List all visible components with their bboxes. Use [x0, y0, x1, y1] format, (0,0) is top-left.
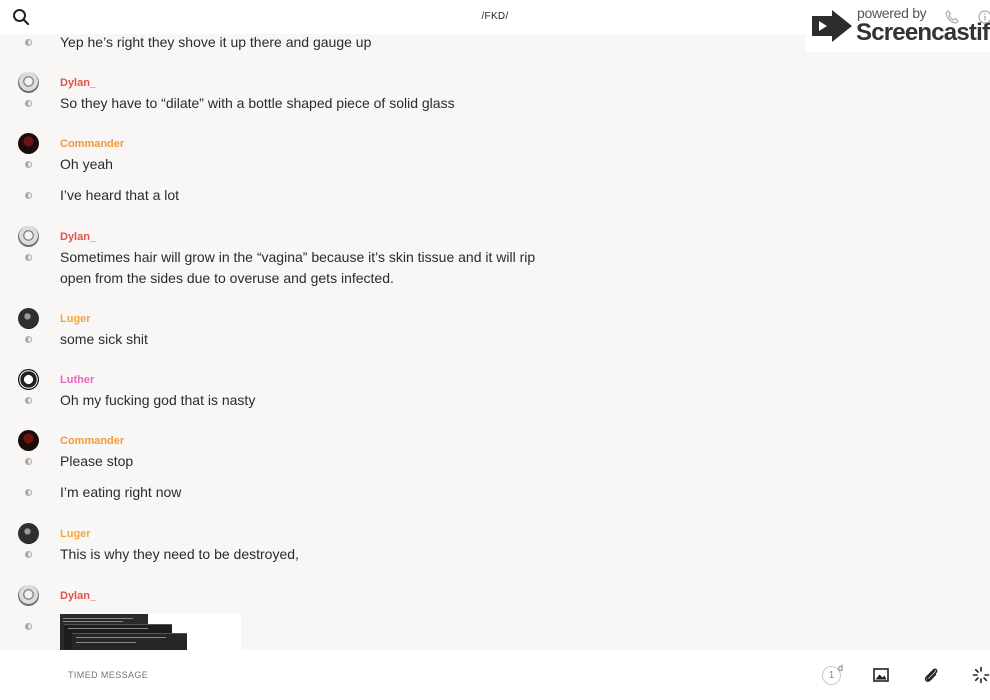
read-receipt-icon	[25, 161, 32, 168]
message-author[interactable]: Luger	[60, 528, 91, 540]
message-author[interactable]: Dylan_	[60, 77, 96, 89]
read-receipt-icon	[25, 336, 32, 343]
message-text: This is why they need to be destroyed,	[60, 546, 299, 562]
message-text: Oh my fucking god that is nasty	[60, 392, 256, 408]
avatar[interactable]	[18, 226, 39, 247]
message-author[interactable]: Commander	[60, 435, 124, 447]
screenshot-text-line	[76, 642, 136, 643]
message-text: I’m eating right now	[60, 484, 182, 500]
message-list[interactable]: Yep he’s right they shove it up there an…	[0, 34, 990, 650]
message-author[interactable]: Dylan_	[60, 231, 96, 243]
read-receipt-icon	[25, 39, 32, 46]
message-author[interactable]: Dylan_	[60, 590, 96, 602]
composer-bar: 1 d	[0, 650, 990, 700]
avatar[interactable]	[18, 585, 39, 606]
message-image-attachment[interactable]	[60, 614, 241, 650]
message-text: Yep he’s right they shove it up there an…	[60, 34, 372, 50]
avatar[interactable]	[18, 133, 39, 154]
read-receipt-icon	[25, 100, 32, 107]
avatar[interactable]	[18, 72, 39, 93]
phone-icon[interactable]	[945, 10, 959, 24]
info-icon[interactable]	[978, 10, 990, 24]
read-receipt-icon	[25, 397, 32, 404]
avatar[interactable]	[18, 523, 39, 544]
avatar[interactable]	[18, 308, 39, 329]
read-receipt-icon	[25, 458, 32, 465]
message-text: I’ve heard that a lot	[60, 187, 180, 203]
timer-unit-label: d	[838, 663, 844, 673]
image-icon[interactable]	[872, 666, 890, 684]
message-author[interactable]: Commander	[60, 138, 124, 150]
screenshot-text-line	[76, 637, 166, 638]
screenshot-text-line	[63, 621, 123, 622]
message-text: Oh yeah	[60, 156, 113, 172]
message-author[interactable]: Luther	[60, 374, 94, 386]
message-text: So they have to “dilate” with a bottle s…	[60, 95, 455, 111]
message-author[interactable]: Luger	[60, 313, 91, 325]
avatar[interactable]	[18, 369, 39, 390]
read-receipt-icon	[25, 254, 32, 261]
avatar[interactable]	[18, 430, 39, 451]
message-input[interactable]	[68, 666, 668, 684]
sparkle-icon[interactable]	[972, 666, 990, 684]
message-text: Sometimes hair will grow in the “vagina”…	[60, 249, 536, 286]
read-receipt-icon	[25, 192, 32, 199]
message-text: some sick shit	[60, 331, 148, 347]
read-receipt-icon	[25, 551, 32, 558]
screenshot-text-line	[68, 628, 148, 629]
message-text: Please stop	[60, 453, 134, 469]
paperclip-icon[interactable]	[922, 666, 940, 684]
screenshot-text-line	[63, 618, 133, 619]
read-receipt-icon	[25, 489, 32, 496]
read-receipt-icon	[25, 623, 32, 630]
